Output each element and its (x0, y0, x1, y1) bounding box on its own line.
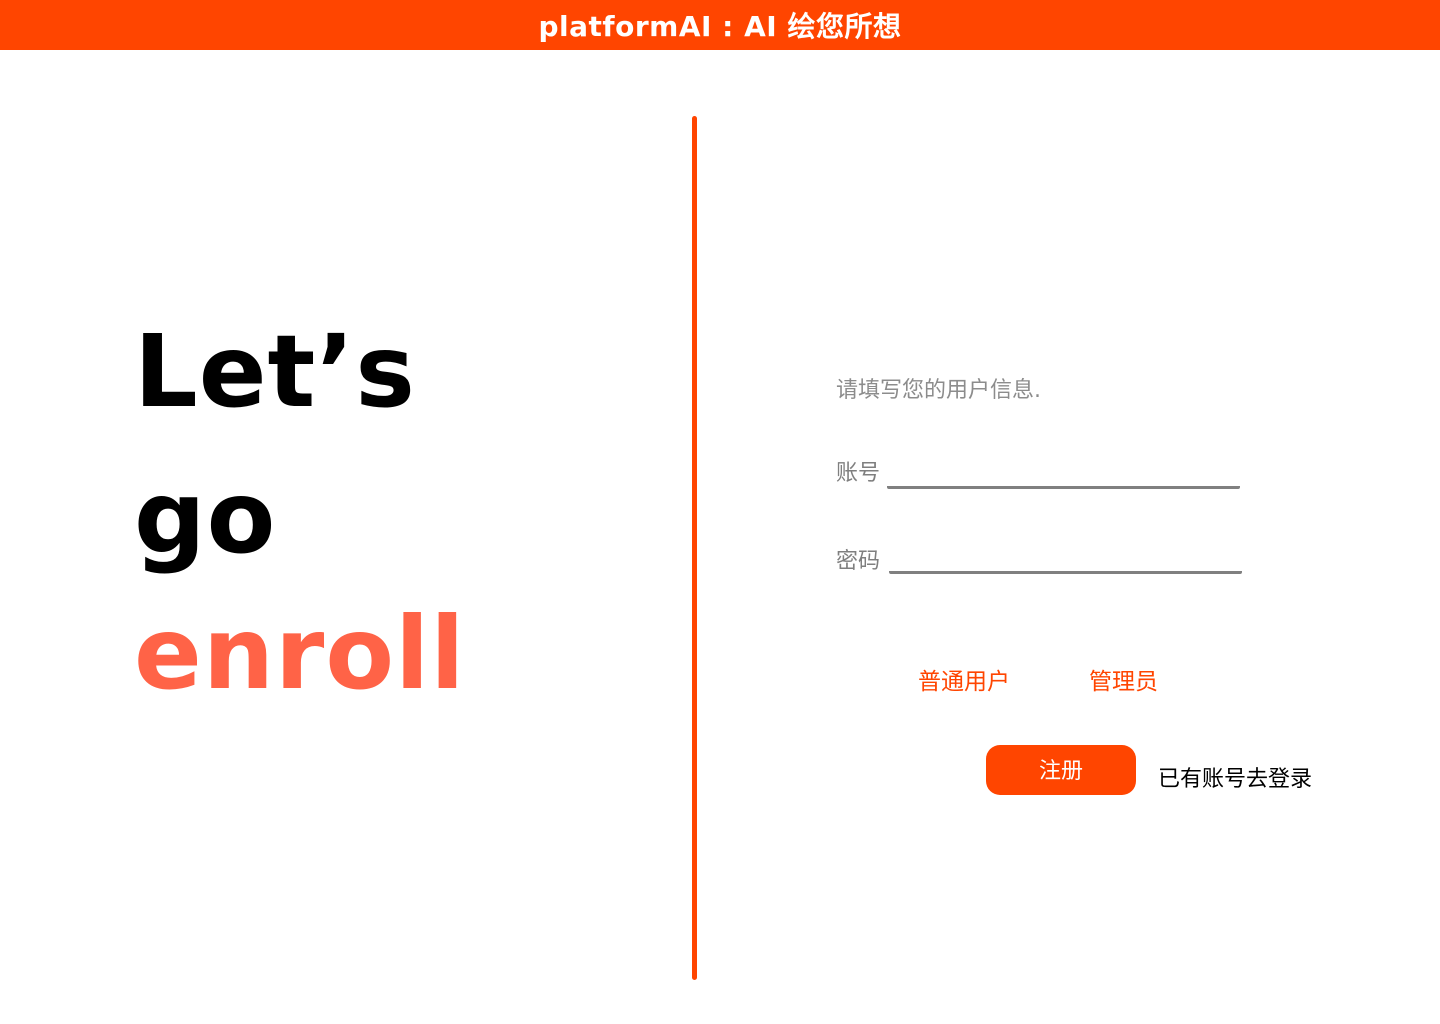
hero-line-lets: Let’s (134, 313, 416, 430)
hero-line-go: go (134, 459, 277, 576)
role-normal-user-option[interactable]: 普通用户 (918, 662, 1010, 696)
password-input[interactable] (889, 544, 1242, 574)
top-banner: platformAI : AI 绘您所想 (0, 0, 1440, 50)
app-title: platformAI : AI 绘您所想 (538, 10, 902, 43)
go-to-login-link[interactable]: 已有账号去登录 (1158, 761, 1312, 793)
register-button[interactable]: 注册 (986, 745, 1136, 795)
account-label: 账号 (836, 461, 881, 486)
role-admin-option[interactable]: 管理员 (1089, 662, 1158, 696)
account-input[interactable] (887, 459, 1240, 489)
password-label: 密码 (836, 549, 881, 574)
form-prompt: 请填写您的用户信息. (836, 378, 1041, 403)
vertical-divider (692, 116, 697, 980)
hero-line-enroll: enroll (134, 595, 466, 712)
